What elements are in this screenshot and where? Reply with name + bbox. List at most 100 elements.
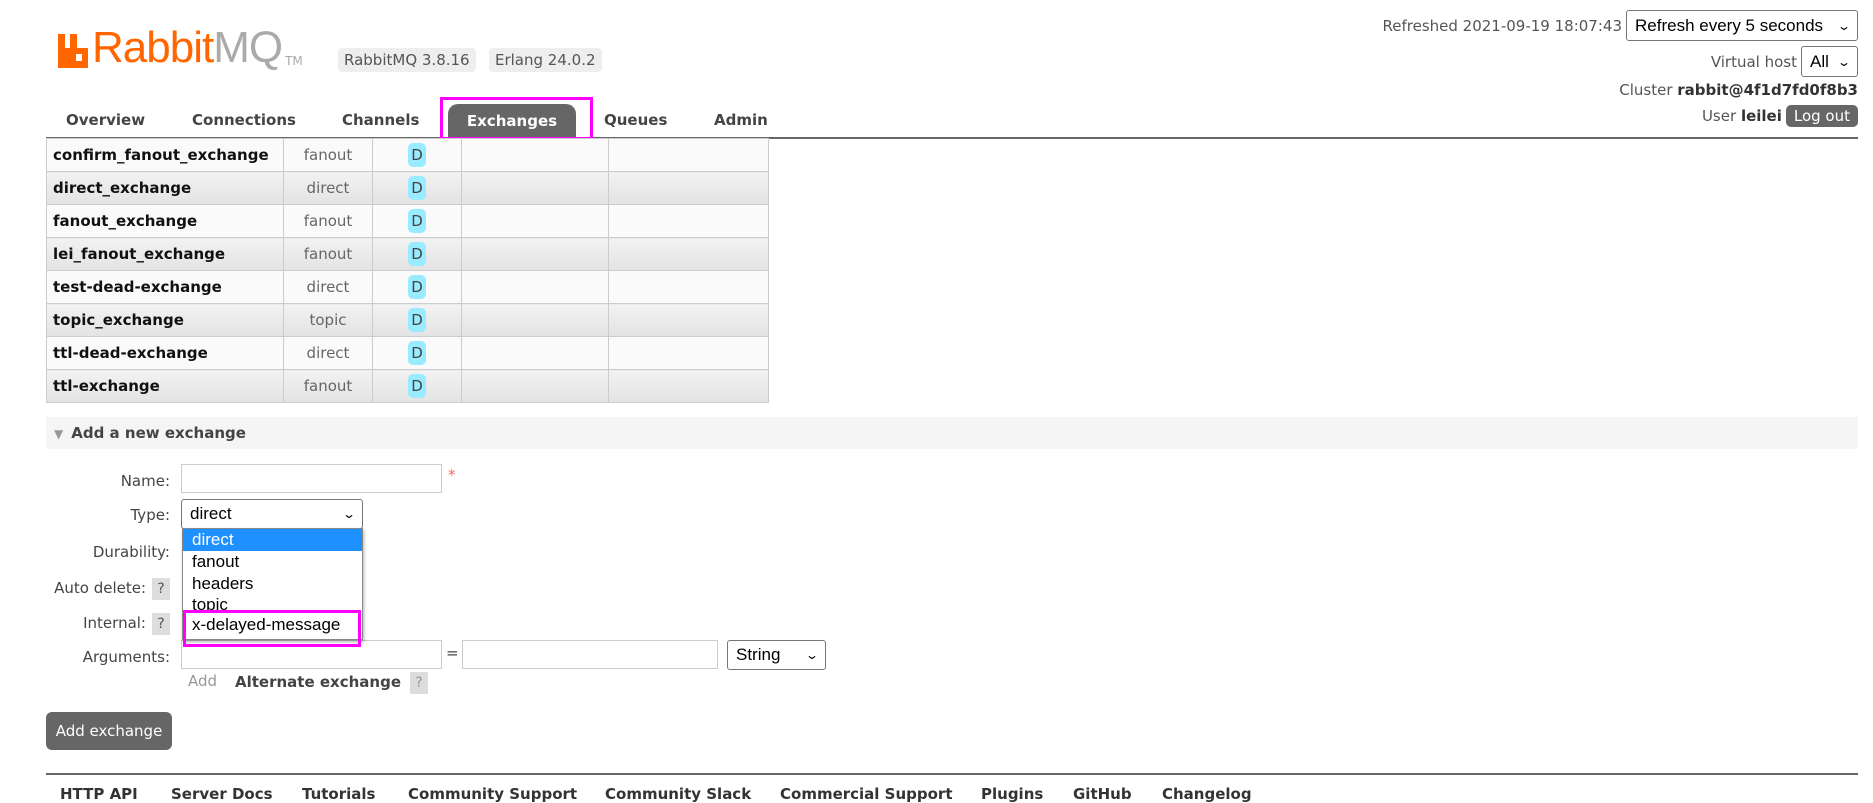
message-rate-out (608, 171, 769, 205)
exchange-name-link[interactable]: direct_exchange (46, 171, 284, 205)
exchange-type: topic (283, 303, 373, 337)
exchange-name-link[interactable]: lei_fanout_exchange (46, 237, 284, 271)
auto-delete-label: Auto delete:? (0, 578, 170, 600)
vhost-value: All (1810, 51, 1829, 71)
chevron-down-icon: ⌄ (1836, 54, 1852, 69)
type-dropdown-list: direct fanout headers topic x-delayed-me… (182, 528, 363, 640)
table-row: direct_exchange direct D (46, 171, 769, 205)
exchanges-table: confirm_fanout_exchange fanout D direct_… (46, 138, 769, 403)
help-icon[interactable]: ? (152, 613, 170, 635)
tab-channels[interactable]: Channels (322, 102, 439, 138)
argument-key-input[interactable] (181, 640, 442, 669)
auto-delete-text: Auto delete: (54, 579, 146, 597)
exchange-name-link[interactable]: ttl-dead-exchange (46, 336, 284, 370)
tab-exchanges[interactable]: Exchanges (448, 104, 576, 138)
tab-connections[interactable]: Connections (172, 102, 316, 138)
footer-link-tutorials[interactable]: Tutorials (302, 785, 375, 803)
add-exchange-button[interactable]: Add exchange (46, 712, 172, 750)
alternate-exchange-link[interactable]: Alternate exchange (235, 673, 401, 691)
table-row: fanout_exchange fanout D (46, 204, 769, 238)
main-nav: Overview Connections Channels Exchanges … (46, 102, 1858, 139)
message-rate-in (461, 171, 609, 205)
logo-text: Rabbit (92, 23, 214, 72)
table-row: topic_exchange topic D (46, 303, 769, 337)
help-icon[interactable]: ? (410, 672, 428, 694)
arguments-label: Arguments: (82, 648, 170, 666)
erlang-version: Erlang 24.0.2 (489, 48, 602, 72)
exchange-type: direct (283, 171, 373, 205)
durable-badge: D (408, 143, 426, 167)
message-rate-in (461, 204, 609, 238)
tab-admin[interactable]: Admin (694, 102, 788, 138)
rabbitmq-logo[interactable]: Rabbit MQ TM (58, 23, 303, 72)
chevron-down-icon: ⌄ (1836, 18, 1852, 33)
type-option-x-delayed-message[interactable]: x-delayed-message (183, 611, 362, 639)
exchange-type: fanout (283, 237, 373, 271)
add-exchange-section-toggle[interactable]: ▼ Add a new exchange (46, 417, 1858, 449)
name-input[interactable] (181, 464, 442, 493)
type-option-direct[interactable]: direct (183, 529, 362, 551)
footer-link-plugins[interactable]: Plugins (981, 785, 1043, 803)
rabbitmq-version: RabbitMQ 3.8.16 (338, 48, 476, 72)
required-marker: * (448, 466, 456, 484)
internal-text: Internal: (83, 614, 146, 632)
features-cell: D (372, 336, 462, 370)
message-rate-out (608, 336, 769, 370)
internal-label: Internal:? (0, 613, 170, 635)
exchange-name-link[interactable]: fanout_exchange (46, 204, 284, 238)
refresh-interval-select[interactable]: Refresh every 5 seconds ⌄ (1626, 10, 1858, 41)
durability-label: Durability: (92, 543, 170, 561)
add-argument-link[interactable]: Add (188, 672, 217, 690)
features-cell: D (372, 369, 462, 403)
message-rate-out (608, 138, 769, 172)
exchange-type: fanout (283, 138, 373, 172)
exchange-type: direct (283, 336, 373, 370)
argument-value-input[interactable] (462, 640, 718, 669)
footer-link-server-docs[interactable]: Server Docs (171, 785, 273, 803)
name-label: Name: (120, 472, 170, 490)
durable-badge: D (408, 308, 426, 332)
features-cell: D (372, 138, 462, 172)
exchange-name-link[interactable]: topic_exchange (46, 303, 284, 337)
exchange-type: fanout (283, 369, 373, 403)
exchange-name-link[interactable]: ttl-exchange (46, 369, 284, 403)
footer-link-community-slack[interactable]: Community Slack (605, 785, 751, 803)
features-cell: D (372, 270, 462, 304)
message-rate-in (461, 138, 609, 172)
footer-link-http-api[interactable]: HTTP API (60, 785, 138, 803)
message-rate-out (608, 270, 769, 304)
triangle-down-icon: ▼ (54, 427, 64, 441)
type-option-headers[interactable]: headers (183, 573, 362, 595)
footer-link-changelog[interactable]: Changelog (1162, 785, 1252, 803)
chevron-down-icon: ⌄ (341, 507, 357, 521)
durable-badge: D (408, 341, 426, 365)
tab-overview[interactable]: Overview (46, 102, 165, 138)
section-title: Add a new exchange (71, 424, 246, 442)
footer-link-community-support[interactable]: Community Support (408, 785, 577, 803)
exchange-type: fanout (283, 204, 373, 238)
table-row: ttl-exchange fanout D (46, 369, 769, 403)
durable-badge: D (408, 275, 426, 299)
exchange-name-link[interactable]: test-dead-exchange (46, 270, 284, 304)
footer-link-github[interactable]: GitHub (1073, 785, 1132, 803)
help-icon[interactable]: ? (152, 578, 170, 600)
tab-queues[interactable]: Queues (584, 102, 687, 138)
logo-tm: TM (285, 54, 303, 68)
argument-type-select[interactable]: String ⌄ (727, 640, 826, 670)
type-select[interactable]: direct ⌄ (181, 499, 363, 529)
cluster-label: Cluster (1619, 81, 1673, 99)
features-cell: D (372, 237, 462, 271)
chevron-down-icon: ⌄ (804, 648, 820, 662)
refresh-row: Refreshed 2021-09-19 18:07:43 Refresh ev… (1383, 10, 1858, 41)
cluster-info: Cluster rabbit@4f1d7fd0f8b3 (1619, 81, 1858, 99)
logo-text-mq: MQ (213, 23, 283, 72)
type-option-fanout[interactable]: fanout (183, 551, 362, 573)
vhost-select[interactable]: All ⌄ (1801, 46, 1858, 77)
refreshed-time: Refreshed 2021-09-19 18:07:43 (1382, 16, 1622, 35)
message-rate-out (608, 237, 769, 271)
type-option-topic[interactable]: topic (183, 595, 362, 611)
footer-link-commercial-support[interactable]: Commercial Support (780, 785, 953, 803)
exchange-name-link[interactable]: confirm_fanout_exchange (46, 138, 284, 172)
table-row: confirm_fanout_exchange fanout D (46, 138, 769, 172)
message-rate-in (461, 237, 609, 271)
